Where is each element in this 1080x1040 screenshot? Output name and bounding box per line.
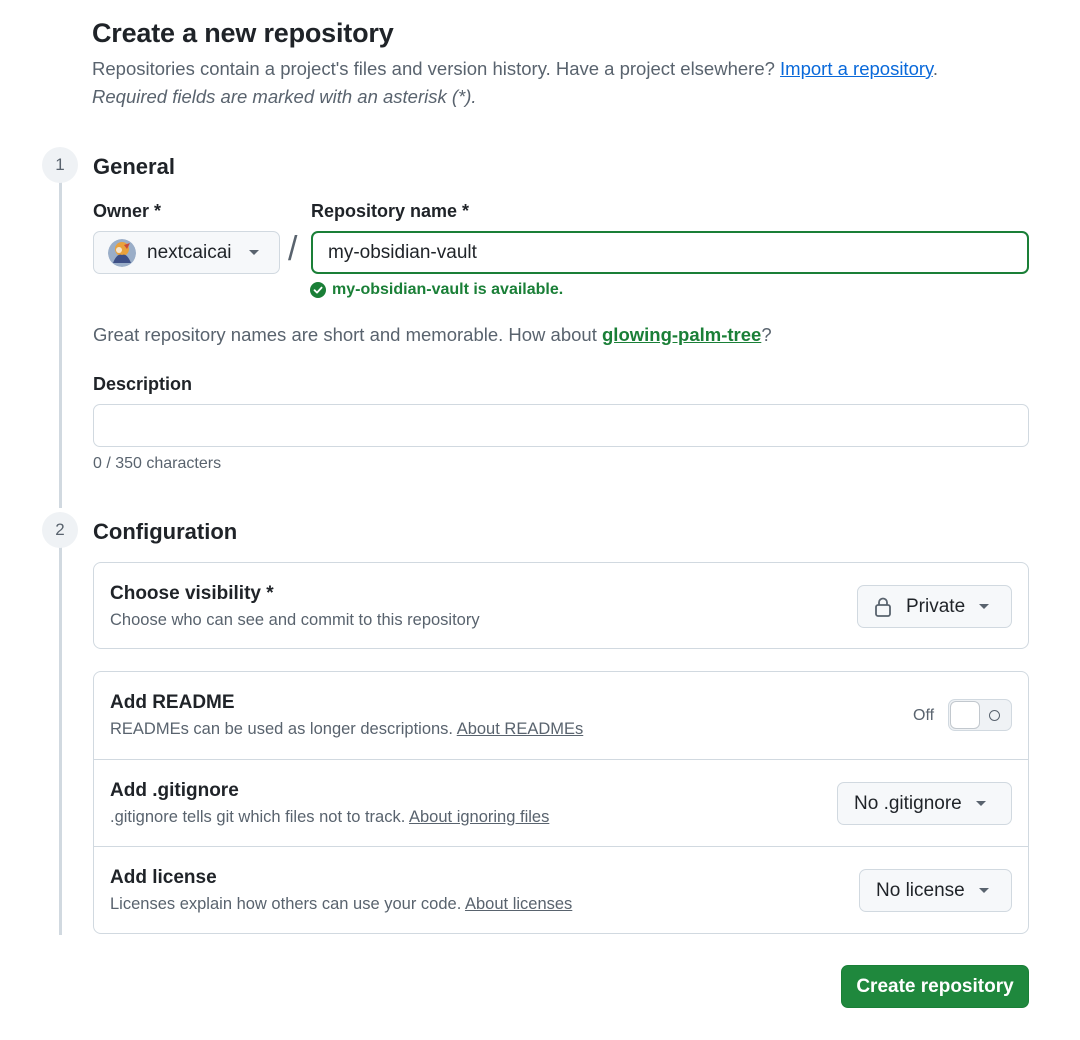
step-number-1: 1 [42, 147, 78, 183]
import-repository-link[interactable]: Import a repository [780, 58, 933, 79]
repository-name-input[interactable]: my-obsidian-vault [311, 231, 1029, 274]
step-number-2: 2 [42, 512, 78, 548]
readme-toggle-state: Off [913, 707, 935, 724]
chevron-down-icon [248, 250, 259, 255]
license-subtitle: Licenses explain how others can use your… [110, 895, 462, 913]
about-ignoring-files-link[interactable]: About ignoring files [409, 808, 549, 826]
suggestion-end: ? [761, 324, 772, 345]
readme-toggle[interactable] [948, 699, 1012, 731]
visibility-card: Choose visibility * Choose who can see a… [93, 562, 1029, 649]
toggle-off-icon [989, 710, 1000, 721]
description-input[interactable] [93, 404, 1029, 447]
owner-repo-separator: / [288, 230, 298, 268]
toggle-knob [950, 701, 980, 729]
license-title: Add license [110, 867, 217, 888]
lock-icon [875, 597, 891, 617]
license-row: Add license Licenses explain how others … [94, 846, 1028, 933]
license-value: No license [876, 879, 965, 901]
owner-label: Owner * [93, 201, 162, 221]
create-repository-button[interactable]: Create repository [841, 965, 1029, 1008]
readme-subtitle: READMEs can be used as longer descriptio… [110, 720, 454, 738]
repository-name-label: Repository name * [311, 201, 470, 221]
check-circle-icon [310, 282, 326, 298]
description-char-counter: 0 / 350 characters [93, 455, 222, 472]
timeline-line-configuration [59, 547, 62, 935]
timeline-line-general [59, 182, 62, 508]
readme-title: Add README [110, 692, 235, 713]
description-label: Description [93, 374, 193, 394]
gitignore-row: Add .gitignore .gitignore tells git whic… [94, 759, 1028, 846]
chevron-down-icon [975, 801, 986, 806]
license-select[interactable]: No license [859, 869, 1012, 912]
visibility-row: Choose visibility * Choose who can see a… [94, 563, 1028, 648]
avatar [108, 238, 136, 267]
suggested-name-link[interactable]: glowing-palm-tree [602, 324, 761, 345]
intro-text-end: . [932, 58, 939, 79]
readme-row: Add README READMEs can be used as longer… [94, 672, 1028, 759]
repository-options-card: Add README READMEs can be used as longer… [93, 671, 1029, 934]
about-readmes-link[interactable]: About READMEs [457, 720, 584, 738]
chevron-down-icon [978, 888, 989, 893]
gitignore-select[interactable]: No .gitignore [837, 782, 1012, 825]
required-fields-note: Required fields are marked with an aster… [92, 86, 477, 107]
visibility-value: Private [906, 595, 966, 617]
page-title: Create a new repository [92, 18, 394, 48]
visibility-subtitle: Choose who can see and commit to this re… [110, 611, 480, 629]
owner-select[interactable]: nextcaicai [93, 231, 280, 274]
section-title-configuration: Configuration [93, 519, 238, 544]
name-suggestion: Great repository names are short and mem… [93, 324, 772, 346]
owner-name: nextcaicai [147, 241, 232, 263]
suggestion-text: Great repository names are short and mem… [93, 324, 597, 345]
chevron-down-icon [979, 604, 990, 609]
section-title-general: General [93, 154, 175, 179]
gitignore-subtitle: .gitignore tells git which files not to … [110, 808, 406, 826]
intro-text-body: Repositories contain a project's files a… [92, 58, 775, 79]
visibility-title: Choose visibility * [110, 583, 274, 604]
availability-message: my-obsidian-vault is available. [310, 281, 563, 299]
intro-text: Repositories contain a project's files a… [92, 58, 938, 80]
about-licenses-link[interactable]: About licenses [465, 895, 572, 913]
visibility-select[interactable]: Private [857, 585, 1012, 628]
gitignore-value: No .gitignore [854, 792, 962, 814]
availability-text: my-obsidian-vault is available. [332, 281, 564, 298]
gitignore-title: Add .gitignore [110, 780, 239, 801]
